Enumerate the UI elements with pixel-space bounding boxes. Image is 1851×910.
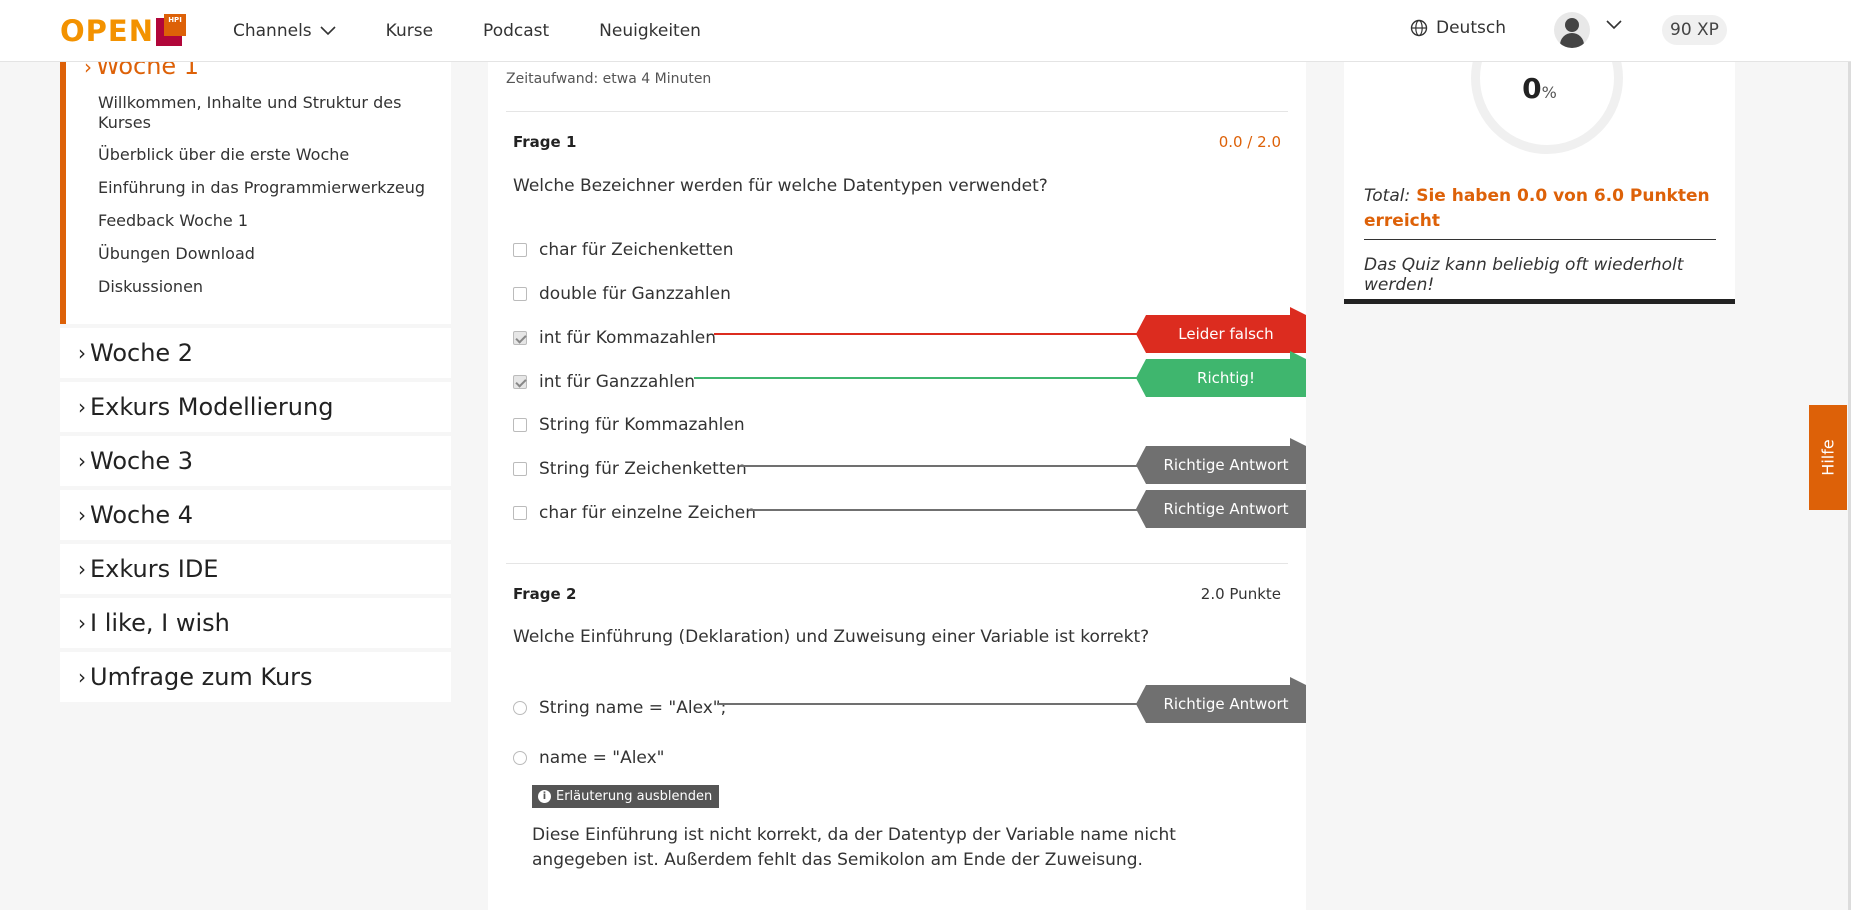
sidebar-item-feedback[interactable]: Feedback Woche 1 — [98, 211, 438, 231]
sidebar-section-woche-3[interactable]: › Woche 3 — [60, 436, 451, 486]
answer-option[interactable]: char für Zeichenketten — [513, 240, 734, 260]
checkbox[interactable] — [513, 287, 527, 301]
nav-podcast[interactable]: Podcast — [483, 21, 549, 41]
nav-kurse[interactable]: Kurse — [386, 21, 433, 41]
question-1-points: 0.0 / 2.0 — [1218, 133, 1281, 151]
checkbox-checked[interactable] — [513, 375, 527, 389]
answer-option[interactable]: String für Kommazahlen — [513, 415, 745, 435]
xp-badge[interactable]: 90 XP — [1662, 15, 1727, 45]
course-sidebar: › Woche 1 Willkommen, Inhalte und Struktu… — [60, 42, 451, 702]
logo-mark: HPI — [156, 14, 186, 46]
answer-option[interactable]: char für einzelne Zeichen — [513, 503, 756, 523]
language-label: Deutsch — [1436, 18, 1506, 38]
sidebar-item-diskussionen[interactable]: Diskussionen — [98, 277, 438, 297]
checkbox-checked[interactable] — [513, 331, 527, 345]
nav-channels[interactable]: Channels — [233, 21, 336, 41]
sidebar-item-willkommen[interactable]: Willkommen, Inhalte und Struktur des Kur… — [98, 93, 438, 133]
question-1-text: Welche Bezeichner werden für welche Date… — [513, 176, 1048, 196]
sidebar-section-i-like-i-wish[interactable]: › I like, I wish — [60, 598, 451, 648]
answer-option[interactable]: String name = "Alex"; — [513, 698, 726, 718]
divider — [506, 111, 1288, 112]
toggle-explanation-button[interactable]: i Erläuterung ausblenden — [532, 785, 720, 808]
quiz-result-panel: 0% Total: Sie haben 0.0 von 6.0 Punkten e… — [1344, 2, 1735, 304]
feedback-tag-wrong: Leider falsch — [1136, 307, 1306, 353]
sidebar-item-ueberblick[interactable]: Überblick über die erste Woche — [98, 145, 438, 165]
answer-option[interactable]: int für Kommazahlen — [513, 328, 716, 348]
feedback-connector-line — [717, 703, 1166, 705]
openhpi-logo[interactable]: OPEN HPI — [60, 14, 186, 48]
feedback-tag-right: Richtig! — [1136, 351, 1306, 397]
sidebar-item-uebungen[interactable]: Übungen Download — [98, 244, 438, 264]
answer-option[interactable]: double für Ganzzahlen — [513, 284, 731, 304]
feedback-tag-correct-answer: Richtige Antwort — [1136, 490, 1306, 528]
logo-badge: HPI — [164, 14, 186, 36]
sidebar-section-umfrage[interactable]: › Umfrage zum Kurs — [60, 652, 451, 702]
feedback-connector-line — [749, 509, 1166, 511]
avatar[interactable] — [1554, 12, 1590, 48]
answer-option[interactable]: name = "Alex" — [513, 748, 664, 768]
feedback-connector-line — [694, 377, 1166, 379]
sidebar-section-woche-2[interactable]: › Woche 2 — [60, 328, 451, 378]
time-effort: Zeitaufwand: etwa 4 Minuten — [506, 71, 712, 87]
sidebar-section-woche-4[interactable]: › Woche 4 — [60, 490, 451, 540]
radio[interactable] — [513, 701, 527, 715]
globe-icon — [1410, 19, 1428, 37]
question-2-text: Welche Einführung (Deklaration) und Zuwe… — [513, 627, 1150, 647]
feedback-tag-correct-answer: Richtige Antwort — [1136, 438, 1306, 484]
answer-option[interactable]: int für Ganzzahlen — [513, 372, 695, 392]
sidebar-section-exkurs-ide[interactable]: › Exkurs IDE — [60, 544, 451, 594]
sidebar-item-einfuehrung[interactable]: Einführung in das Programmierwerkzeug — [98, 178, 438, 198]
total-score: Total: Sie haben 0.0 von 6.0 Punkten erre… — [1364, 186, 1710, 231]
feedback-connector-line — [740, 465, 1166, 467]
checkbox[interactable] — [513, 418, 527, 432]
top-navigation-bar: OPEN HPI Channels Kurse Podcast Neuigkei… — [0, 0, 1851, 62]
info-icon: i — [538, 790, 551, 803]
nav-neuigkeiten[interactable]: Neuigkeiten — [599, 21, 701, 41]
radio[interactable] — [513, 751, 527, 765]
divider — [506, 563, 1288, 564]
chevron-down-icon[interactable] — [1606, 20, 1622, 30]
chevron-down-icon — [320, 26, 336, 36]
checkbox[interactable] — [513, 462, 527, 476]
feedback-connector-line — [714, 333, 1166, 335]
explanation-text: Diese Einführung ist nicht korrekt, da d… — [532, 825, 1176, 870]
checkbox[interactable] — [513, 243, 527, 257]
quiz-result-card: Zeitaufwand: etwa 4 Minuten Frage 1 0.0 … — [488, 42, 1306, 910]
checkbox[interactable] — [513, 506, 527, 520]
question-1-label: Frage 1 — [513, 133, 577, 151]
score-percent: 0% — [1522, 72, 1557, 105]
sidebar-week-1: › Woche 1 Willkommen, Inhalte und Struktu… — [60, 42, 451, 324]
repeat-note: Das Quiz kann beliebig oft wiederholt we… — [1364, 255, 1684, 295]
sidebar-section-exkurs-modellierung[interactable]: › Exkurs Modellierung — [60, 382, 451, 432]
help-tab[interactable]: Hilfe — [1809, 405, 1847, 510]
feedback-tag-correct-answer: Richtige Antwort — [1136, 677, 1306, 723]
logo-text: OPEN — [60, 14, 154, 48]
divider — [1364, 239, 1716, 240]
main-nav: Channels Kurse Podcast Neuigkeiten — [233, 0, 751, 62]
question-2-points: 2.0 Punkte — [1200, 585, 1281, 603]
language-selector[interactable]: Deutsch — [1410, 18, 1506, 38]
question-2-label: Frage 2 — [513, 585, 577, 603]
answer-option[interactable]: String für Zeichenketten — [513, 459, 747, 479]
nav-channels-label: Channels — [233, 21, 312, 41]
